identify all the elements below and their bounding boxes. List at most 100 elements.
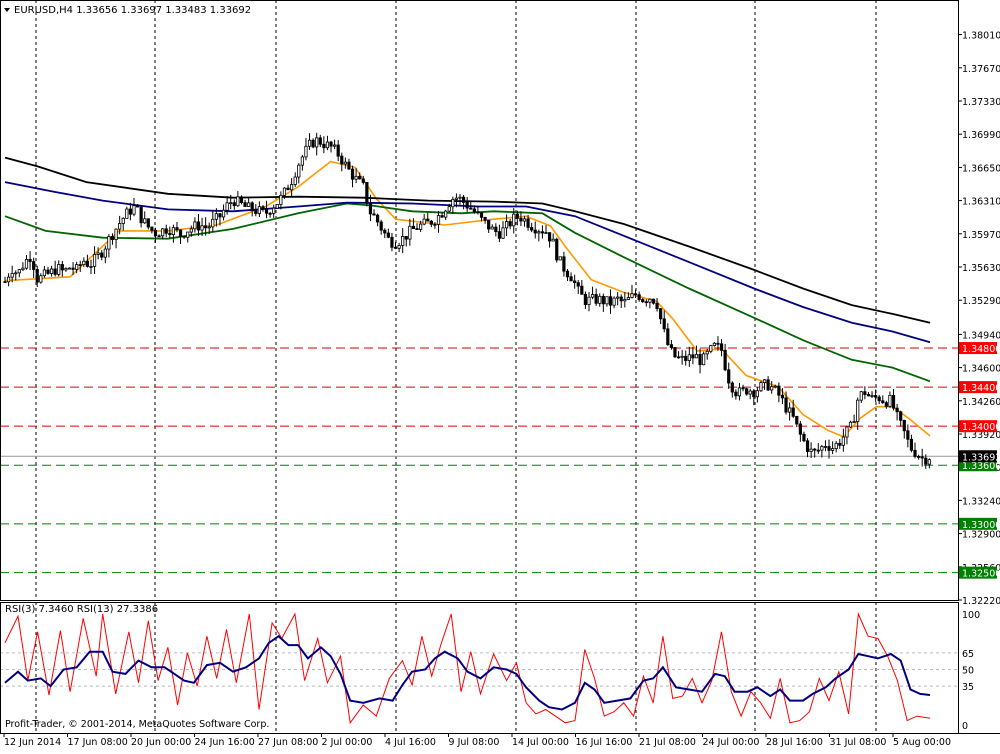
candle-body (465, 201, 469, 209)
x-tick-label-9: 16 Jul 16:00 (576, 737, 633, 748)
level-label-1.34800: 1.34800 (962, 344, 1000, 355)
candle-body (891, 394, 896, 409)
level-label-1.32500: 1.32500 (962, 569, 1000, 580)
candle-body (673, 347, 677, 358)
candle-body (411, 225, 416, 229)
candle-body (745, 388, 749, 395)
candle-body (863, 391, 867, 395)
candle-body (547, 232, 552, 242)
candle-body (788, 407, 792, 413)
x-tick-label-7: 9 Jul 08:00 (449, 737, 500, 748)
y-tick-label-10: 1.34600 (962, 364, 1000, 375)
y-tick-label-11: 1.34260 (962, 397, 1000, 408)
candle-body (884, 402, 888, 407)
candle-body (659, 308, 663, 320)
candle-body (848, 421, 853, 428)
candle-body (533, 229, 537, 234)
candle-body (257, 206, 261, 214)
candle-body (508, 221, 512, 227)
candle-body (712, 342, 716, 347)
candle-body (573, 280, 577, 284)
candle-body (913, 449, 917, 457)
y-tick-label-2: 1.37330 (962, 97, 1000, 108)
candle-body (601, 295, 605, 305)
candle-body (605, 296, 609, 305)
candle-body (175, 227, 179, 231)
candle-body (820, 446, 824, 451)
candle-body (261, 206, 265, 210)
candle-body (24, 258, 29, 269)
candle-body (487, 219, 491, 230)
candle-body (920, 456, 924, 459)
candle-body (67, 267, 72, 270)
candle-body (791, 407, 795, 417)
candle-body (504, 221, 509, 229)
candle-body (737, 387, 742, 397)
candle-body (118, 223, 122, 230)
candle-body (343, 161, 347, 165)
candle-body (795, 415, 799, 425)
candle-body (859, 391, 863, 401)
candle-body (616, 296, 620, 299)
candle-body (924, 457, 928, 465)
candle-body (397, 245, 401, 249)
candle-body (773, 385, 777, 388)
candle-body (494, 226, 498, 232)
candle-body (558, 256, 562, 261)
candle-body (143, 218, 147, 224)
chart-canvas[interactable]: 12 Jun 2014 17 Jun 08:00 20 Jun 00:00 24 Ju… (0, 0, 1000, 750)
x-tick-label-12: 28 Jul 16:00 (766, 737, 823, 748)
candle-body (336, 144, 340, 157)
x-tick-label-6: 4 Jul 16:00 (385, 737, 436, 748)
candle-body (813, 448, 817, 451)
candle-body (64, 267, 68, 271)
x-tick-label-3: 24 Jun 16:00 (195, 737, 255, 748)
candle-body (476, 211, 480, 214)
candle-body (440, 215, 444, 218)
candle-body (393, 246, 398, 249)
candle-body (723, 349, 727, 371)
candle-body (777, 385, 781, 396)
candle-body (358, 175, 362, 180)
candle-body (189, 228, 193, 233)
candle-body (458, 196, 462, 199)
candle-body (10, 273, 14, 278)
chart-window[interactable]: 12 Jun 2014 17 Jun 08:00 20 Jun 00:00 24 Ju… (0, 0, 1000, 750)
candle-body (877, 396, 881, 402)
candle-body (472, 208, 476, 213)
candle-body (171, 227, 175, 235)
candle-body (390, 236, 394, 248)
candle-body (383, 229, 387, 234)
candle-body (544, 232, 548, 234)
x-tick-label-11: 24 Jul 00:00 (703, 737, 760, 748)
candle-body (168, 232, 172, 235)
level-label-1.34400: 1.34400 (962, 383, 1000, 394)
candle-body (451, 199, 455, 208)
candle-body (418, 223, 423, 230)
candle-body (254, 210, 258, 214)
candle-body (874, 395, 878, 398)
candle-body (537, 231, 541, 234)
candle-body (322, 143, 326, 149)
candle-body (669, 344, 673, 348)
candle-body (479, 212, 484, 218)
candle-body (655, 302, 659, 310)
candle-body (229, 202, 233, 205)
candle-body (139, 206, 143, 224)
candle-body (14, 272, 18, 275)
candle-body (164, 228, 168, 234)
candle-body (178, 229, 183, 237)
candle-body (594, 294, 598, 304)
x-tick-label-13: 31 Jul 08:00 (830, 737, 887, 748)
candle-body (727, 369, 731, 384)
candle-body (637, 294, 641, 300)
candle-body (157, 235, 161, 238)
candle-body (497, 231, 502, 239)
x-tick-label-2: 20 Jun 00:00 (131, 737, 191, 748)
y-tick-label-0: 1.38010 (962, 31, 1000, 42)
candle-body (49, 268, 54, 274)
candle-body (207, 226, 211, 229)
candle-body (823, 446, 828, 448)
candle-body (304, 145, 308, 158)
candle-body (770, 386, 774, 391)
